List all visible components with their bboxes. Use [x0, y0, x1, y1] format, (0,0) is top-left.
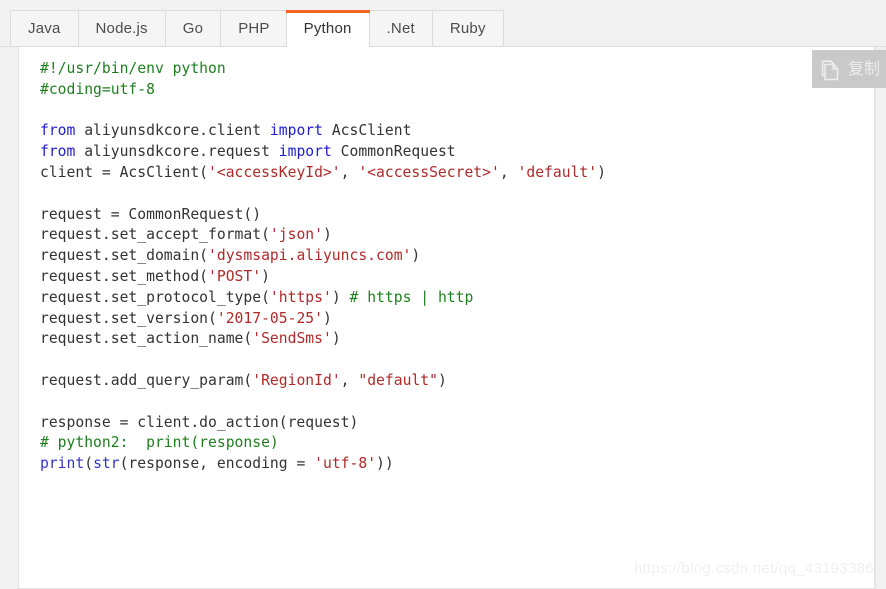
code-token: 'SendSms' — [252, 330, 332, 348]
tab-label: Node.js — [95, 20, 148, 37]
tab-python[interactable]: Python — [285, 10, 370, 47]
language-tabs: Java Node.js Go PHP Python .Net Ruby — [10, 10, 504, 47]
tab-ruby[interactable]: Ruby — [431, 10, 504, 47]
code-token: ) — [437, 371, 447, 389]
code-line: request.set_method('POST') — [40, 268, 270, 285]
code-token: , — [340, 371, 359, 389]
code-line: response = client.do_action(request) — [40, 414, 358, 431]
code-token: '2017-05-25' — [216, 309, 323, 327]
tab-label: Ruby — [449, 20, 486, 37]
tab-node-js[interactable]: Node.js — [77, 10, 165, 47]
copy-button[interactable]: 复制 — [812, 50, 886, 88]
tab-net[interactable]: .Net — [368, 10, 432, 47]
vertical-scrollbar[interactable] — [875, 47, 886, 589]
code-token: import — [269, 122, 323, 140]
code-token: )) — [376, 455, 394, 473]
code-line: request.set_accept_format('json') — [40, 226, 332, 243]
code-token: ) — [331, 330, 341, 348]
copy-button-label: 复制 — [848, 59, 881, 78]
code-token: ) — [331, 288, 350, 306]
code-line: from aliyunsdkcore.request import Common… — [40, 143, 456, 160]
code-token: 'dysmsapi.aliyuncs.com' — [208, 247, 412, 265]
code-token: 'json' — [269, 226, 323, 244]
code-token: str — [93, 455, 120, 473]
code-token: 'https' — [269, 288, 332, 306]
code-line: request.set_domain('dysmsapi.aliyuncs.co… — [40, 247, 420, 264]
code-token: , — [499, 163, 518, 181]
code-token: # https | http — [349, 288, 474, 306]
code-token: '<accessKeyId>' — [208, 163, 341, 181]
code-token: request.set_accept_format( — [40, 226, 270, 244]
code-token: AcsClient — [322, 122, 412, 140]
code-token: #coding=utf-8 — [40, 80, 155, 98]
code-line: request.set_protocol_type('https') # htt… — [40, 289, 473, 306]
code-token: request = CommonRequest() — [40, 205, 262, 223]
code-token: ( — [84, 455, 94, 473]
code-token: from — [40, 143, 76, 161]
code-sample-viewer: Java Node.js Go PHP Python .Net Ruby #!/usr/bi… — [0, 0, 886, 589]
code-token: 'POST' — [208, 267, 262, 285]
code-token: 'utf-8' — [314, 455, 377, 473]
code-token: request.set_action_name( — [40, 330, 253, 348]
code-token: '<accessSecret>' — [358, 163, 500, 181]
tab-label: .Net — [386, 20, 415, 37]
code-token: CommonRequest — [331, 143, 456, 161]
code-token: request.set_protocol_type( — [40, 288, 270, 306]
language-tab-bar: Java Node.js Go PHP Python .Net Ruby — [0, 0, 886, 47]
tab-label: Java — [28, 20, 61, 37]
code-line: request = CommonRequest() — [40, 206, 261, 223]
tab-label: Go — [182, 20, 204, 37]
code-token: ) — [597, 163, 606, 181]
code-panel: #!/usr/bin/env python #coding=utf-8 from… — [18, 47, 875, 589]
code-scroll-area[interactable]: #!/usr/bin/env python #coding=utf-8 from… — [19, 47, 874, 588]
code-token: import — [278, 143, 332, 161]
code-token: ) — [322, 226, 332, 244]
code-token: response = client.do_action(request) — [40, 413, 359, 431]
code-line: client = AcsClient('<accessKeyId>', '<ac… — [40, 164, 606, 181]
code-token: , — [340, 163, 359, 181]
code-token: (response, encoding = — [119, 455, 315, 473]
code-line: request.add_query_param('RegionId', "def… — [40, 372, 447, 389]
code-token: 'default' — [517, 163, 598, 181]
tab-java[interactable]: Java — [10, 10, 78, 47]
code-line: #!/usr/bin/env python — [40, 60, 226, 77]
code-line: # python2: print(response) — [40, 434, 279, 451]
code-token: #!/usr/bin/env python — [40, 60, 226, 77]
code-token: ) — [322, 309, 332, 327]
code-line: print(str(response, encoding = 'utf-8')) — [40, 455, 394, 472]
tab-label: PHP — [238, 20, 270, 37]
code-line: from aliyunsdkcore.client import AcsClie… — [40, 122, 411, 139]
code-token: ) — [411, 247, 421, 265]
code-line: request.set_version('2017-05-25') — [40, 310, 332, 327]
tab-go[interactable]: Go — [164, 10, 221, 47]
code-line: request.set_action_name('SendSms') — [40, 330, 341, 347]
code-token: request.add_query_param( — [40, 371, 253, 389]
code-token: client = AcsClient( — [40, 163, 209, 181]
code-token: # python2: print(response) — [40, 434, 279, 452]
code-token: ) — [261, 267, 270, 285]
code-token: "default" — [358, 371, 438, 389]
code-token: aliyunsdkcore.client — [75, 122, 270, 140]
code-token: print — [40, 455, 85, 473]
code-line: #coding=utf-8 — [40, 81, 155, 98]
code-token: from — [40, 122, 76, 140]
code-block: #!/usr/bin/env python #coding=utf-8 from… — [19, 47, 874, 475]
copy-document-icon — [821, 58, 842, 81]
code-token: aliyunsdkcore.request — [75, 143, 279, 161]
tab-label: Python — [303, 20, 352, 37]
code-token: request.set_domain( — [40, 247, 209, 265]
tab-php[interactable]: PHP — [220, 10, 287, 47]
code-token: 'RegionId' — [252, 371, 341, 389]
code-token: request.set_method( — [40, 267, 209, 285]
code-token: request.set_version( — [40, 309, 217, 327]
